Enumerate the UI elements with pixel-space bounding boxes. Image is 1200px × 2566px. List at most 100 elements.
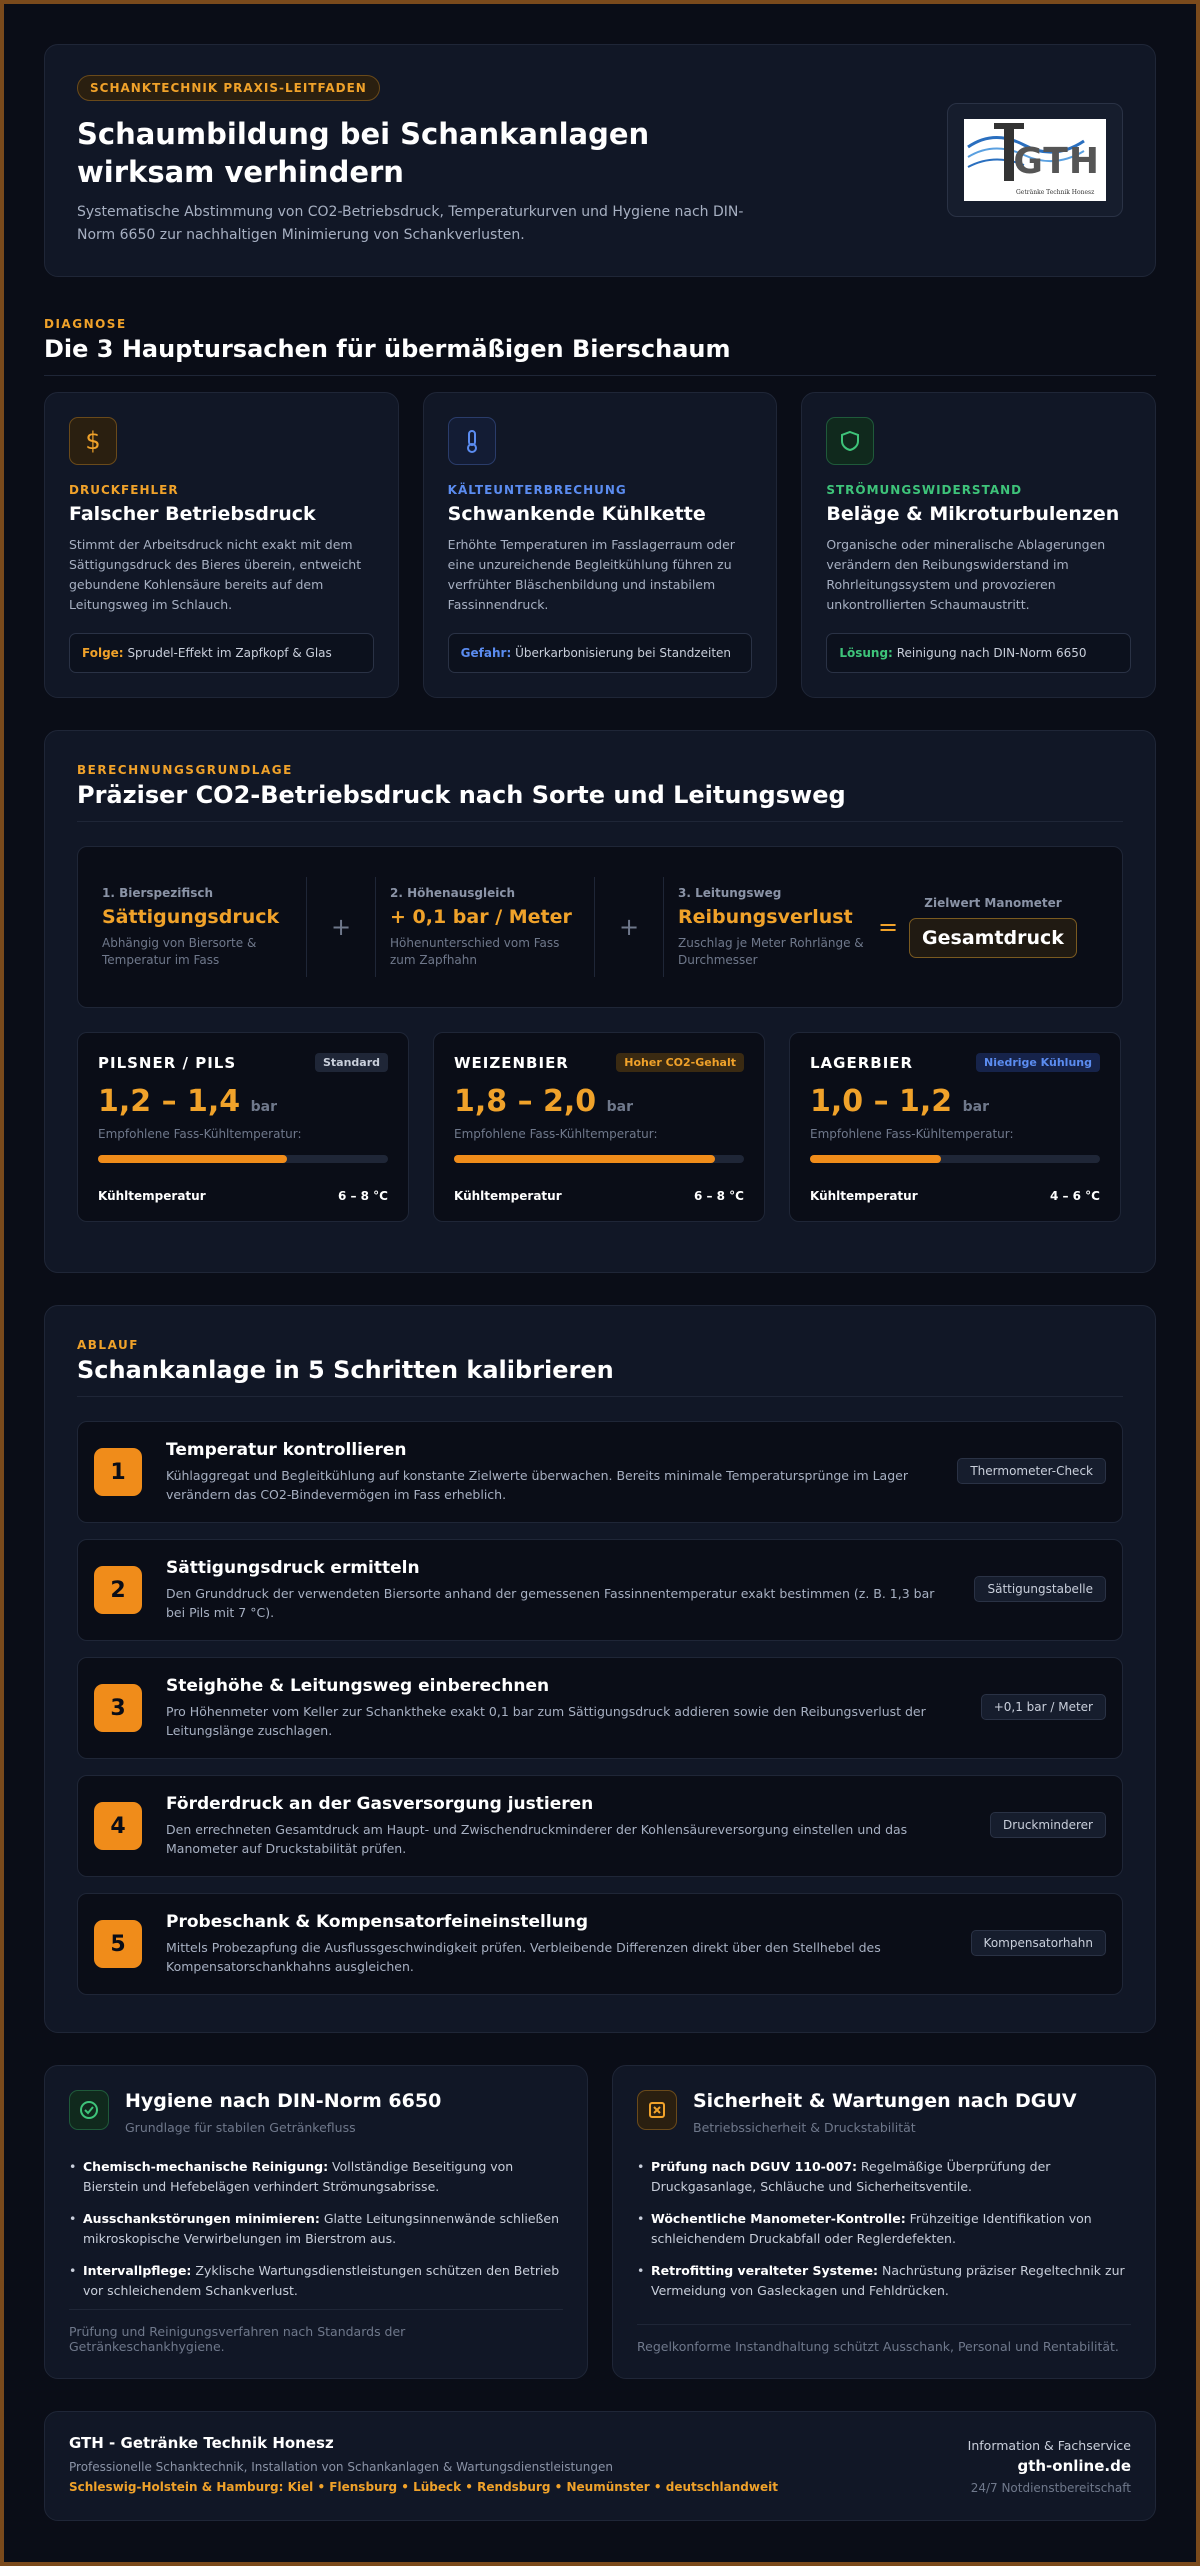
step-chip: Thermometer-Check: [957, 1458, 1106, 1484]
hygiene-footnote: Prüfung und Reinigungsverfahren nach Sta…: [69, 2309, 563, 2354]
pressure-unit: bar: [962, 1099, 990, 1115]
beer-card-pils: PILSNER / PILS Standard 1,2 – 1,4 bar Emp…: [77, 1032, 409, 1222]
safety-list: Prüfung nach DGUV 110-007: Regelmäßige Ü…: [637, 2157, 1131, 2301]
pressure-formula: 1. Bierspezifisch Sättigungsdruck Abhäng…: [77, 846, 1123, 1008]
step-number: 3: [94, 1684, 142, 1732]
thermometer-icon: [447, 417, 496, 465]
step-title: Steighöhe & Leitungsweg einberechnen: [166, 1676, 550, 1696]
note-text: Reinigung nach DIN-Norm 6650: [896, 646, 1087, 660]
formula-result: Zielwert Manometer Gesamtdruck: [908, 896, 1078, 958]
step-item: 4 Förderdruck an der Gasversorgung justi…: [77, 1775, 1123, 1877]
foot-value: 6 – 8 °C: [693, 1189, 744, 1203]
cause-card-pressure: $ DRUCKFEHLER Falscher Betriebsdruck Sti…: [44, 392, 399, 698]
item-key: Chemisch-mechanische Reinigung:: [83, 2159, 329, 2174]
step-desc: Pro Höhenmeter vom Keller zur Schankthek…: [166, 1704, 926, 1738]
formula-part-number: 1. Bierspezifisch: [102, 885, 214, 900]
calc-eyebrow: BERECHNUNGSGRUNDLAGE: [77, 763, 293, 777]
info-label: Information & Fachservice: [967, 2438, 1131, 2453]
beer-badge: Niedrige Kühlung: [976, 1053, 1100, 1072]
page-footer: GTH - Getränke Technik Honesz Profession…: [44, 2411, 1156, 2521]
temp-bar-fill: [810, 1155, 941, 1163]
safety-title: Sicherheit & Wartungen nach DGUV: [693, 2090, 1077, 2112]
cause-text: Erhöhte Temperaturen im Fasslagerraum od…: [447, 537, 735, 612]
temp-bar: [98, 1155, 388, 1163]
steps-section: ABLAUF Schankanlage in 5 Schritten kalib…: [44, 1305, 1156, 2033]
safety-subtitle: Betriebssicherheit & Druckstabilität: [693, 2120, 916, 2135]
safety-card: Sicherheit & Wartungen nach DGUV Betriebs…: [612, 2065, 1156, 2379]
step-chip: +0,1 bar / Meter: [980, 1694, 1106, 1720]
foot-label: Kühltemperatur: [810, 1189, 918, 1203]
result-value: Gesamtdruck: [909, 918, 1077, 958]
cause-title: Beläge & Mikroturbulenzen: [826, 503, 1120, 525]
pressure-value: 1,0 – 1,2: [810, 1084, 953, 1119]
step-item: 2 Sättigungsdruck ermitteln Den Grunddruc…: [77, 1539, 1123, 1641]
logo-box: GTH Getränke Technik Honesz: [947, 103, 1123, 217]
note-text: Überkarbonisierung bei Standzeiten: [515, 646, 732, 660]
info-columns: Hygiene nach DIN-Norm 6650 Grundlage für …: [44, 2065, 1156, 2379]
list-item: Intervallpflege: Zyklische Wartungsdiens…: [69, 2261, 563, 2301]
page-title: Schaumbildung bei Schankanlagen wirksam …: [77, 117, 650, 189]
item-key: Prüfung nach DGUV 110-007:: [651, 2159, 857, 2174]
cause-title: Schwankende Kühlkette: [447, 503, 706, 525]
cause-note: Lösung: Reinigung nach DIN-Norm 6650: [826, 633, 1132, 673]
logo-wordmark: GTH: [1013, 141, 1100, 182]
website-link[interactable]: gth-online.de: [968, 2457, 1131, 2475]
step-chip: Kompensatorhahn: [970, 1930, 1106, 1956]
foot-label: Kühltemperatur: [454, 1189, 562, 1203]
temp-bar: [454, 1155, 744, 1163]
warning-box-icon: [637, 2090, 677, 2130]
list-item: Ausschankstörungen minimieren: Glatte Le…: [69, 2209, 563, 2249]
cause-title: Falscher Betriebsdruck: [69, 503, 316, 525]
formula-part-desc: Abhängig von Biersorte & Temperatur im F…: [102, 935, 257, 967]
shield-icon: [826, 417, 875, 465]
beer-footer: Kühltemperatur 4 – 6 °C: [810, 1189, 1100, 1203]
hygiene-title: Hygiene nach DIN-Norm 6650: [125, 2090, 442, 2112]
step-title: Sättigungsdruck ermitteln: [166, 1558, 420, 1578]
cause-list: $ DRUCKFEHLER Falscher Betriebsdruck Sti…: [44, 392, 1157, 698]
note-key: Gefahr:: [460, 646, 512, 660]
note-key: Lösung:: [839, 646, 893, 660]
pressure-value: 1,2 – 1,4: [98, 1084, 241, 1119]
list-item: Wöchentliche Manometer-Kontrolle: Frühze…: [637, 2209, 1131, 2249]
dollar-icon: $: [69, 417, 117, 465]
beer-badge: Standard: [314, 1053, 388, 1072]
formula-part-value: + 0,1 bar / Meter: [390, 905, 572, 928]
beer-name: LAGERBIER: [810, 1053, 914, 1072]
step-number: 4: [94, 1802, 142, 1850]
guide-pill: SCHANKTECHNIK PRAXIS-LEITFADEN: [77, 75, 380, 101]
formula-part-value: Reibungsverlust: [678, 905, 853, 928]
diagnose-eyebrow: DIAGNOSE: [44, 317, 127, 331]
result-label: Zielwert Manometer: [924, 896, 1062, 910]
formula-part-value: Sättigungsdruck: [102, 905, 280, 928]
step-number: 2: [94, 1566, 142, 1614]
hygiene-list: Chemisch-mechanische Reinigung: Vollstän…: [69, 2157, 563, 2301]
note-key: Folge:: [82, 646, 124, 660]
item-key: Retrofitting veralteter Systeme:: [651, 2263, 879, 2278]
item-key: Wöchentliche Manometer-Kontrolle:: [651, 2211, 906, 2226]
steps-eyebrow: ABLAUF: [77, 1338, 139, 1352]
foot-label: Kühltemperatur: [98, 1189, 206, 1203]
step-item: 1 Temperatur kontrollieren Kühlaggregat u…: [77, 1421, 1123, 1523]
diagnose-title: Die 3 Hauptursachen für übermäßigen Bier…: [44, 335, 731, 363]
pressure-range: 1,2 – 1,4 bar: [98, 1084, 388, 1119]
step-chip: Sättigungstabelle: [974, 1576, 1106, 1602]
cause-text: Stimmt der Arbeitsdruck nicht exakt mit …: [69, 537, 362, 612]
cause-note: Gefahr: Überkarbonisierung bei Standzeit…: [447, 633, 753, 673]
diagnose-section: DIAGNOSE Die 3 Hauptursachen für übermäß…: [44, 317, 1157, 698]
hygiene-card: Hygiene nach DIN-Norm 6650 Grundlage für …: [44, 2065, 588, 2379]
divider: [594, 877, 595, 977]
check-circle-icon: [69, 2090, 109, 2130]
temp-bar-fill: [454, 1155, 715, 1163]
step-desc: Mittels Probezapfung die Ausflussgeschwi…: [166, 1940, 881, 1974]
note-text: Sprudel-Effekt im Zapfkopf & Glas: [127, 646, 332, 660]
hero-card: SCHANKTECHNIK PRAXIS-LEITFADEN Schaumbil…: [44, 44, 1156, 277]
beer-card-weizen: WEIZENBIER Hoher CO2-Gehalt 1,8 – 2,0 bar…: [433, 1032, 765, 1222]
page: SCHANKTECHNIK PRAXIS-LEITFADEN Schaumbil…: [44, 44, 1157, 2521]
plus-operator: +: [618, 913, 640, 941]
pressure-unit: bar: [606, 1099, 634, 1115]
step-title: Temperatur kontrollieren: [166, 1440, 407, 1460]
calculation-section: BERECHNUNGSGRUNDLAGE Präziser CO2-Betrie…: [44, 730, 1156, 1273]
emergency-service: 24/7 Notdienstbereitschaft: [970, 2481, 1131, 2495]
step-chip: Druckminderer: [990, 1812, 1106, 1838]
logo-subtitle: Getränke Technik Honesz: [1016, 189, 1095, 196]
